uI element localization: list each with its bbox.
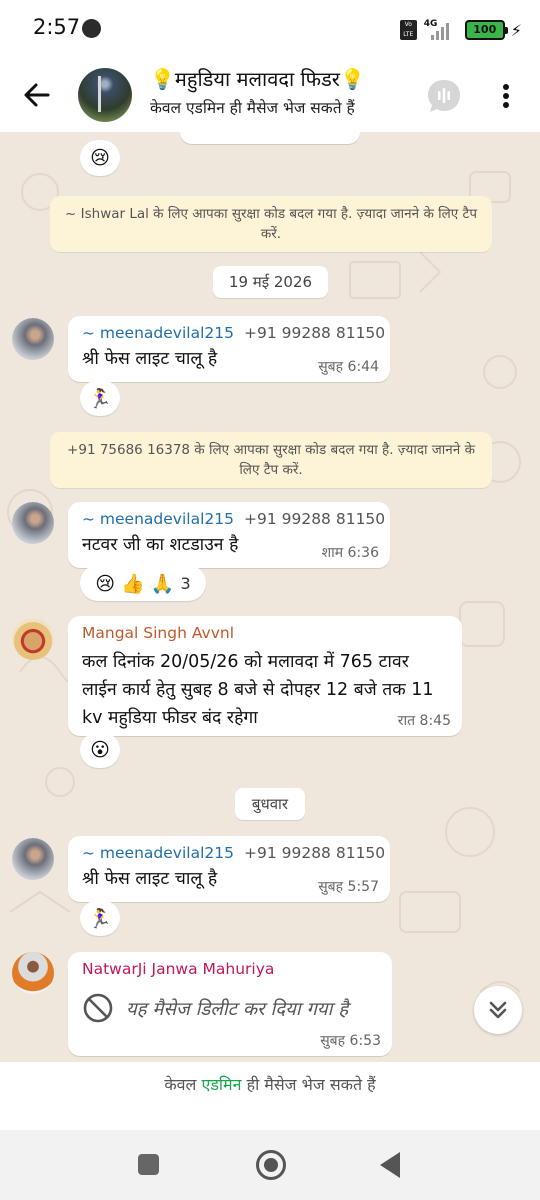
reaction-emoji: 🏃‍♀️	[88, 907, 112, 930]
date-divider: बुधवार	[235, 788, 305, 820]
group-avatar[interactable]	[78, 68, 132, 122]
message-bubble[interactable]: ~ meenadevilal215 +91 99288 81150 नटवर जी…	[68, 502, 390, 568]
message-text-line: kv महुडिया फीडर बंद रहेगा	[82, 708, 258, 728]
avatar[interactable]	[12, 952, 54, 994]
more-vert-icon	[503, 84, 509, 90]
message-bubble[interactable]: ~ meenadevilal215 +91 99288 81150 श्री फे…	[68, 316, 390, 382]
reaction-chip[interactable]: 🏃‍♀️	[80, 380, 120, 416]
notification-dot-icon	[82, 19, 101, 38]
signal-icon: 4G	[423, 19, 459, 40]
date-divider: 19 मई 2026	[213, 266, 328, 298]
chat-area[interactable]: 😢 ~ Ishwar Lal के लिए आपका सुरक्षा कोड ब…	[0, 132, 540, 1062]
double-chevron-down-icon	[489, 1001, 507, 1019]
message-time: रात 8:45	[397, 713, 451, 729]
reaction-chip[interactable]: 😮	[80, 732, 120, 768]
message-bubble[interactable]: ~ meenadevilal215 +91 99288 81150 श्री फे…	[68, 836, 390, 902]
security-code-text: +91 75686 16378 के लिए आपका सुरक्षा कोड …	[67, 442, 475, 478]
scroll-to-bottom-button[interactable]	[474, 986, 522, 1034]
message-text: श्री फेस लाइट चालू है	[82, 349, 218, 369]
voice-chat-button[interactable]	[422, 74, 466, 118]
message-time: शाम 6:36	[321, 545, 379, 561]
chat-header: 💡महुडिया मलावदा फिडर💡 केवल एडमिन ही मैसे…	[0, 60, 540, 132]
message-time: सुबह 6:44	[318, 359, 379, 375]
security-code-text: ~ Ishwar Lal के लिए आपका सुरक्षा कोड बदल…	[65, 206, 477, 242]
status-bar: 2:57 Vo LTE 4G 100 ⚡	[0, 0, 540, 60]
reaction-count: 3	[180, 573, 191, 593]
block-icon	[83, 993, 113, 1023]
footer-suffix: ही मैसेज भेज सकते हैं	[241, 1075, 376, 1094]
reaction-chip[interactable]: 😢 👍 🙏 3	[80, 565, 206, 601]
sender-name[interactable]: ~ meenadevilal215	[82, 510, 234, 528]
sender-name[interactable]: ~ meenadevilal215	[82, 324, 234, 342]
charging-icon: ⚡	[510, 20, 522, 40]
battery-icon: 100	[464, 20, 508, 40]
back-button[interactable]	[18, 76, 56, 114]
message-text-line: लाईन कार्य हेतु सुबह 8 बजे से दोपहर 12 ब…	[82, 680, 434, 700]
system-nav-bar	[0, 1130, 540, 1200]
reaction-emoji: 😢	[90, 147, 110, 169]
message-text-line: कल दिनांक 20/05/26 को मलावदा में 765 टाव…	[82, 652, 409, 672]
sender-phone: +91 99288 81150	[243, 324, 386, 342]
volte-icon: Vo LTE	[399, 20, 417, 40]
sender-phone: +91 99288 81150	[243, 510, 386, 528]
avatar[interactable]	[12, 502, 54, 544]
deleted-message-text: यह मैसेज डिलीट कर दिया गया है	[126, 998, 349, 1020]
date-label: बुधवार	[251, 795, 289, 813]
avatar[interactable]	[12, 318, 54, 360]
message-time: सुबह 6:53	[320, 1033, 381, 1049]
reaction-emoji: 🏃‍♀️	[88, 387, 112, 410]
reaction-emoji: 😮	[90, 739, 110, 761]
message-bubble[interactable]: Mangal Singh Avvnl कल दिनांक 20/05/26 को…	[68, 616, 462, 736]
partial-message-bubble[interactable]	[180, 132, 360, 144]
back-nav-button[interactable]	[380, 1152, 400, 1178]
sender-name[interactable]: ~ meenadevilal215	[82, 844, 234, 862]
status-icons: Vo LTE 4G 100 ⚡	[399, 18, 522, 42]
message-time: सुबह 5:57	[318, 879, 379, 895]
admin-only-footer: केवल एडमिन ही मैसेज भेज सकते हैं	[0, 1062, 540, 1130]
reaction-emoji: 😢 👍 🙏	[95, 572, 175, 595]
status-time: 2:57	[33, 15, 81, 39]
reaction-chip[interactable]: 😢	[80, 140, 120, 176]
recents-button[interactable]	[138, 1154, 159, 1175]
more-options-button[interactable]	[496, 80, 516, 112]
sender-name[interactable]: Mangal Singh Avvnl	[82, 624, 234, 642]
sender-name[interactable]: NatwarJi Janwa Mahuriya	[82, 960, 274, 978]
footer-prefix: केवल	[164, 1075, 202, 1094]
avatar[interactable]	[12, 838, 54, 880]
voice-chat-icon	[428, 80, 460, 112]
admin-link[interactable]: एडमिन	[201, 1075, 241, 1094]
date-label: 19 मई 2026	[228, 273, 313, 291]
arrow-left-icon	[24, 83, 50, 107]
reaction-chip[interactable]: 🏃‍♀️	[80, 900, 120, 936]
home-button[interactable]	[256, 1150, 286, 1180]
avatar[interactable]	[12, 618, 54, 660]
message-bubble[interactable]: NatwarJi Janwa Mahuriya यह मैसेज डिलीट क…	[68, 952, 392, 1056]
message-text: नटवर जी का शटडाउन है	[82, 535, 239, 555]
security-code-notice[interactable]: ~ Ishwar Lal के लिए आपका सुरक्षा कोड बदल…	[50, 196, 492, 252]
message-text: श्री फेस लाइट चालू है	[82, 869, 218, 889]
group-subtitle[interactable]: केवल एडमिन ही मैसेज भेज सकते हैं	[150, 96, 355, 118]
group-title[interactable]: 💡महुडिया मलावदा फिडर💡	[150, 65, 365, 92]
security-code-notice[interactable]: +91 75686 16378 के लिए आपका सुरक्षा कोड …	[50, 432, 492, 488]
sender-phone: +91 99288 81150	[243, 844, 386, 862]
